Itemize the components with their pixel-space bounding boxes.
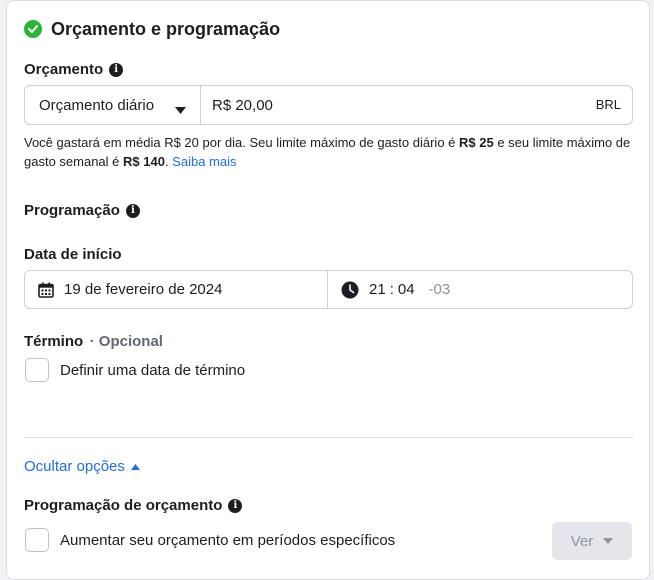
start-time-value: 21 : 04 — [369, 281, 415, 298]
hide-options-toggle[interactable]: Ocultar opções — [24, 458, 140, 475]
learn-more-link[interactable]: Saiba mais — [172, 154, 236, 169]
start-date-input[interactable]: 19 de fevereiro de 2024 — [25, 271, 328, 308]
budget-label: Orçamento — [24, 61, 104, 78]
timezone-label: -03 — [428, 281, 451, 298]
start-hour[interactable]: 21 — [369, 281, 386, 298]
time-separator: : — [389, 281, 394, 298]
helper-part1: Você gastará em média R$ 20 por dia. Seu… — [24, 135, 460, 150]
caret-up-icon — [130, 463, 140, 470]
increase-budget-checkbox-label[interactable]: Aumentar seu orçamento em períodos espec… — [60, 532, 395, 549]
budget-helper-text: Você gastará em média R$ 20 por dia. Seu… — [24, 133, 636, 171]
info-icon[interactable]: i — [125, 203, 140, 218]
end-optional-label: · Opcional — [89, 333, 163, 350]
check-circle-icon — [24, 20, 42, 38]
calendar-icon — [38, 282, 54, 298]
budget-schedule-card: Orçamento e programação Orçamento i Orça… — [6, 0, 650, 580]
budget-schedule-label: Programação de orçamento — [24, 497, 223, 514]
info-icon[interactable]: i — [228, 498, 243, 513]
clock-icon — [341, 281, 359, 299]
schedule-label: Programação — [24, 202, 120, 219]
section-title: Orçamento e programação — [51, 19, 281, 39]
caret-down-icon — [175, 101, 186, 119]
budget-schedule-label-row: Programação de orçamento i — [24, 497, 243, 514]
currency-label: BRL — [595, 97, 621, 112]
end-date-checkbox-label[interactable]: Definir uma data de término — [60, 362, 245, 379]
start-date-value: 19 de fevereiro de 2024 — [64, 281, 223, 298]
start-date-label: Data de início — [24, 246, 122, 263]
budget-field-group: Orçamento diário R$ 20,00 BRL — [24, 85, 633, 125]
hide-options-label: Ocultar opções — [24, 458, 125, 475]
end-date-checkbox[interactable] — [25, 358, 49, 382]
increase-budget-checkbox[interactable] — [25, 528, 49, 552]
section-divider — [24, 437, 633, 438]
budget-amount-value: R$ 20,00 — [212, 96, 273, 114]
start-datetime-group: 19 de fevereiro de 2024 21 : 04 -03 — [24, 270, 633, 309]
budget-type-value: Orçamento diário — [39, 96, 155, 114]
daily-max-amount: R$ 25 — [459, 135, 494, 150]
weekly-max-amount: R$ 140 — [123, 154, 165, 169]
info-icon[interactable]: i — [109, 62, 124, 77]
start-minute[interactable]: 04 — [398, 281, 415, 298]
budget-amount-input[interactable]: R$ 20,00 BRL — [202, 86, 632, 124]
end-label-row: Término · Opcional — [24, 333, 163, 351]
caret-down-icon — [603, 538, 614, 544]
budget-label-row: Orçamento i — [24, 61, 124, 78]
schedule-label-row: Programação i — [24, 202, 140, 219]
end-label: Término — [24, 333, 84, 350]
budget-type-select[interactable]: Orçamento diário — [25, 86, 201, 124]
view-button[interactable]: Ver — [552, 522, 632, 560]
view-button-label: Ver — [570, 532, 594, 550]
start-time-input[interactable]: 21 : 04 -03 — [329, 271, 632, 308]
